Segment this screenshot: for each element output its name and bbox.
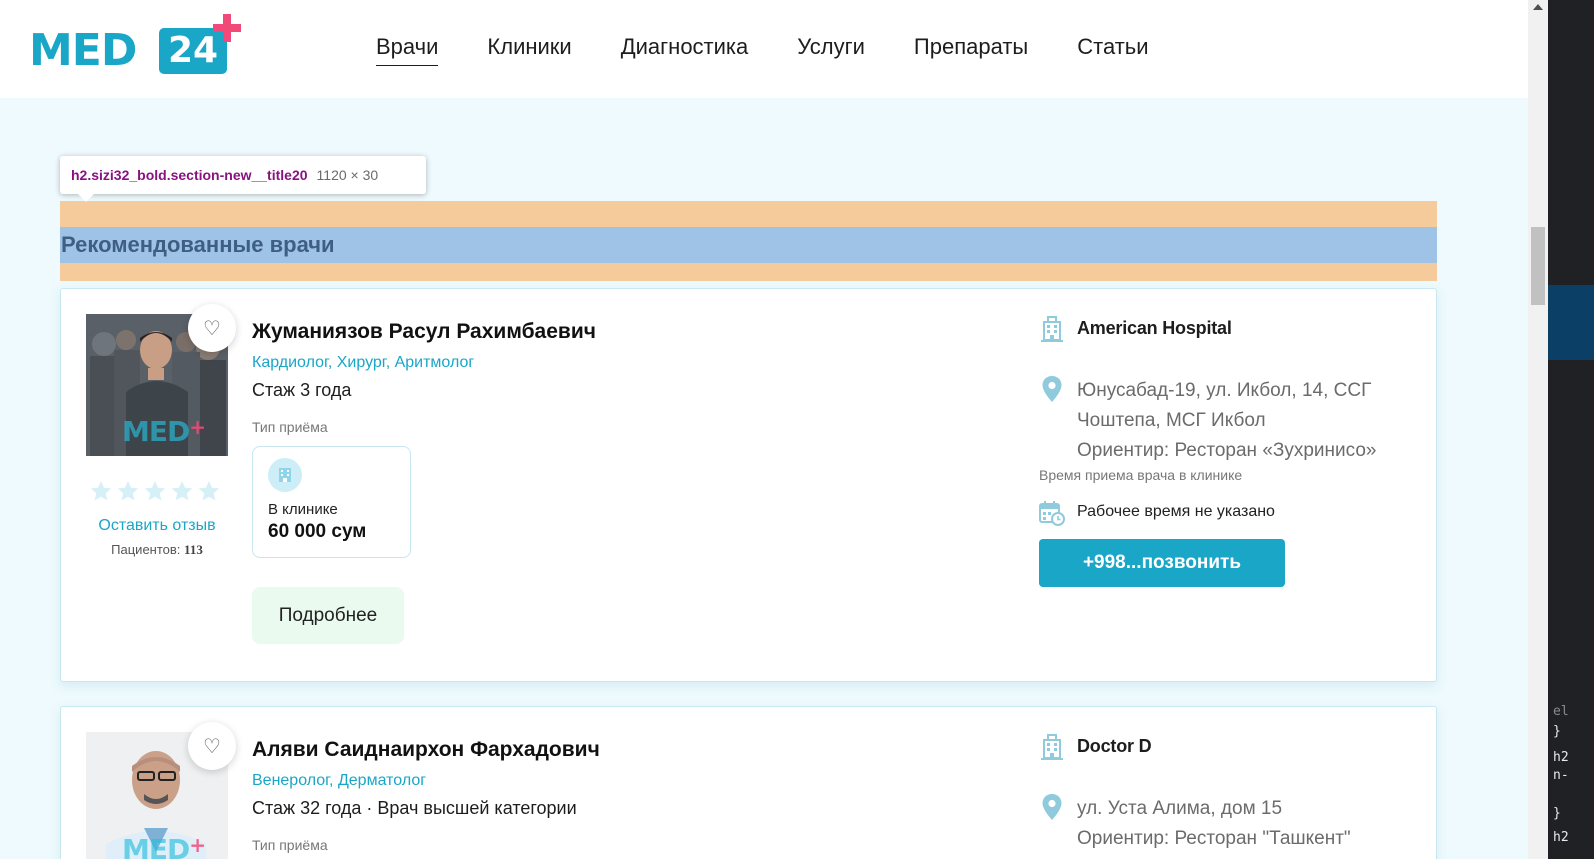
tooltip-size: 1120 × 30 <box>316 167 379 183</box>
doctor-experience: Стаж 3 года <box>252 380 352 400</box>
clinic-building-icon <box>268 458 302 492</box>
tooltip-arrow <box>78 194 94 202</box>
photo-watermark: MED+ <box>122 833 206 859</box>
doctor-card: MED+ ♡ Оставить отзыв Пациентов: 113 Жум… <box>60 288 1437 682</box>
clinic-name[interactable]: Doctor D <box>1077 736 1152 757</box>
devtools-line: } <box>1553 806 1561 821</box>
logo-plus-icon <box>213 14 241 42</box>
nav-item-diagnostics[interactable]: Диагностика <box>621 34 749 66</box>
scrollbar-thumb[interactable] <box>1531 227 1545 305</box>
favorite-heart-icon[interactable]: ♡ <box>188 304 236 352</box>
working-hours: Рабочее время не указано <box>1077 503 1275 520</box>
star-icon[interactable] <box>116 479 140 503</box>
reception-type-label: Тип приёма <box>252 419 328 435</box>
doctor-name[interactable]: Аляви Саиднаирхон Фархадович <box>252 737 600 763</box>
clinic-landmark: Ориентир: Ресторан «Зухринисо» <box>1077 440 1377 461</box>
nav-item-articles[interactable]: Статьи <box>1077 34 1148 66</box>
photo-watermark: MED+ <box>122 415 206 448</box>
doctor-name[interactable]: Жуманиязов Расул Рахимбаевич <box>252 319 596 345</box>
devtools-line: h2 <box>1553 750 1569 765</box>
clinic-landmark: Ориентир: Ресторан "Ташкент" <box>1077 828 1351 849</box>
call-button[interactable]: +998...позвонить <box>1039 539 1285 587</box>
nav-item-drugs[interactable]: Препараты <box>914 34 1028 66</box>
star-icon[interactable] <box>89 479 113 503</box>
rating-stars[interactable] <box>89 479 224 505</box>
star-icon[interactable] <box>143 479 167 503</box>
star-icon[interactable] <box>197 479 221 503</box>
devtools-line: el <box>1553 704 1569 719</box>
doctor-specialties[interactable]: Кардиолог, Хирург, Аритмолог <box>252 354 474 372</box>
devtools-selection <box>1548 285 1594 360</box>
favorite-heart-icon[interactable]: ♡ <box>188 722 236 770</box>
more-details-button[interactable]: Подробнее <box>252 587 404 644</box>
tooltip-selector: h2.sizi32_bold.section-new__title20 <box>71 167 308 183</box>
location-pin-icon <box>1042 376 1062 402</box>
med24-logo[interactable]: MED 24 <box>29 14 244 76</box>
star-icon[interactable] <box>170 479 194 503</box>
clinic-building-icon <box>1041 316 1063 342</box>
inspector-tooltip: h2.sizi32_bold.section-new__title20 1120 … <box>60 156 426 202</box>
clinic-building-icon <box>1041 734 1063 760</box>
patients-count: Пациентов: 113 <box>111 542 203 557</box>
scroll-up-arrow-icon[interactable] <box>1533 4 1543 10</box>
leave-review-link[interactable]: Оставить отзыв <box>61 517 253 535</box>
reception-price: 60 000 сум <box>268 521 367 542</box>
reception-where: В клинике <box>268 501 338 518</box>
hours-label: Время приема врача в клинике <box>1039 467 1243 483</box>
page-scrollbar[interactable] <box>1528 0 1548 859</box>
clinic-address: ул. Уста Алима, дом 15 Ориентир: Рестора… <box>1077 794 1407 854</box>
devtools-line: } <box>1553 724 1561 739</box>
site-header: MED 24 Врачи Клиники Диагностика Услуги … <box>0 0 1528 98</box>
calendar-clock-icon <box>1039 501 1065 526</box>
clinic-name[interactable]: American Hospital <box>1077 318 1232 339</box>
logo-text: MED <box>29 25 137 76</box>
main-nav: Врачи Клиники Диагностика Услуги Препара… <box>376 34 1198 66</box>
nav-item-clinics[interactable]: Клиники <box>487 34 571 66</box>
section-title: Рекомендованные врачи <box>61 232 335 257</box>
doctor-experience: Стаж 32 года · Врач высшей категории <box>252 798 577 818</box>
clinic-address: Юнусабад-19, ул. Икбол, 14, ССГ Чоштепа,… <box>1077 376 1407 466</box>
reception-type-label: Тип приёма <box>252 837 328 853</box>
nav-item-doctors[interactable]: Врачи <box>376 34 439 66</box>
nav-item-services[interactable]: Услуги <box>797 34 865 66</box>
devtools-line: h2 <box>1553 830 1569 845</box>
devtools-panel: el } h2 n- } h2 <box>1548 0 1594 859</box>
devtools-line: n- <box>1553 768 1569 783</box>
reception-type-option[interactable]: В клинике 60 000 сум <box>252 446 411 558</box>
location-pin-icon <box>1042 794 1062 820</box>
doctor-specialties[interactable]: Венеролог, Дерматолог <box>252 772 426 790</box>
doctor-card: MED+ ♡ Аляви Саиднаирхон Фархадович Вене… <box>60 706 1437 859</box>
